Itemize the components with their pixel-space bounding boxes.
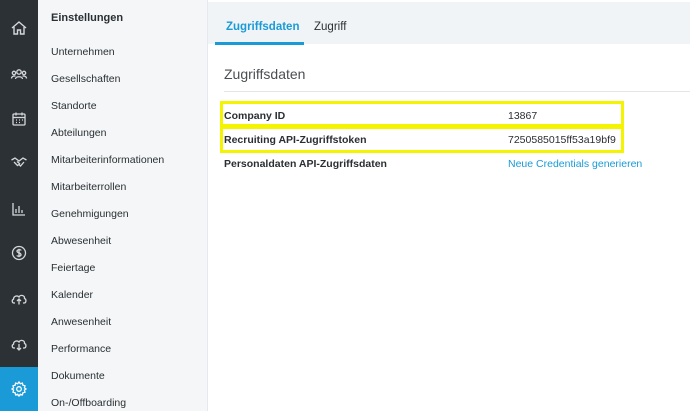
tab-zugriffsdaten[interactable]: Zugriffsdaten — [226, 21, 299, 33]
calendar-icon — [12, 112, 26, 126]
section-title: Zugriffsdaten — [224, 66, 306, 82]
main-content: Zugriffsdaten Zugriff Zugriffsdaten Comp… — [208, 0, 690, 411]
nav-team[interactable] — [0, 52, 38, 96]
nav-payroll[interactable] — [0, 231, 38, 275]
nav-calendar[interactable] — [0, 97, 38, 141]
section-divider — [224, 91, 690, 92]
bar-chart-icon — [12, 203, 25, 216]
sidebar-item-abteilungen[interactable]: Abteilungen — [51, 127, 106, 139]
icon-rail — [0, 0, 38, 411]
sidebar-item-mitarbeiterrollen[interactable]: Mitarbeiterrollen — [51, 181, 126, 193]
nav-download[interactable] — [0, 322, 38, 366]
sidebar-item-kalender[interactable]: Kalender — [51, 289, 93, 301]
sidebar-item-standorte[interactable]: Standorte — [51, 100, 97, 112]
cloud-upload-icon — [11, 294, 27, 305]
sidebar-item-gesellschaften[interactable]: Gesellschaften — [51, 73, 120, 85]
nav-upload[interactable] — [0, 276, 38, 320]
tab-zugriff[interactable]: Zugriff — [314, 21, 346, 33]
sidebar-item-unternehmen[interactable]: Unternehmen — [51, 46, 115, 58]
sidebar-item-dokumente[interactable]: Dokumente — [51, 370, 105, 382]
highlight-company-id — [220, 101, 624, 127]
sidebar-item-performance[interactable]: Performance — [51, 343, 111, 355]
nav-reports[interactable] — [0, 187, 38, 231]
sidebar-item-mitarbeiterinformationen[interactable]: Mitarbeiterinformationen — [51, 154, 164, 166]
active-tab-indicator — [215, 42, 304, 45]
settings-sidebar: Einstellungen Unternehmen Gesellschaften… — [38, 0, 208, 411]
nav-settings[interactable] — [0, 367, 38, 411]
home-icon — [11, 21, 27, 35]
dollar-icon — [11, 245, 27, 261]
highlight-recruiting-token — [220, 126, 624, 153]
generate-credentials-link[interactable]: Neue Credentials generieren — [508, 158, 642, 170]
nav-handshake[interactable] — [0, 140, 38, 184]
team-icon — [10, 69, 28, 80]
cloud-download-icon — [11, 339, 27, 351]
gear-icon — [10, 380, 28, 398]
sidebar-item-genehmigungen[interactable]: Genehmigungen — [51, 208, 129, 220]
tab-bar: Zugriffsdaten Zugriff — [208, 0, 690, 45]
sidebar-item-anwesenheit[interactable]: Anwesenheit — [51, 316, 111, 328]
personaldaten-credentials-label: Personaldaten API-Zugriffsdaten — [224, 158, 387, 170]
handshake-icon — [11, 157, 27, 167]
nav-home[interactable] — [0, 6, 38, 50]
sidebar-item-abwesenheit[interactable]: Abwesenheit — [51, 235, 111, 247]
sidebar-title: Einstellungen — [51, 12, 124, 24]
sidebar-item-feiertage[interactable]: Feiertage — [51, 262, 95, 274]
sidebar-item-on-offboarding[interactable]: On-/Offboarding — [51, 397, 126, 409]
